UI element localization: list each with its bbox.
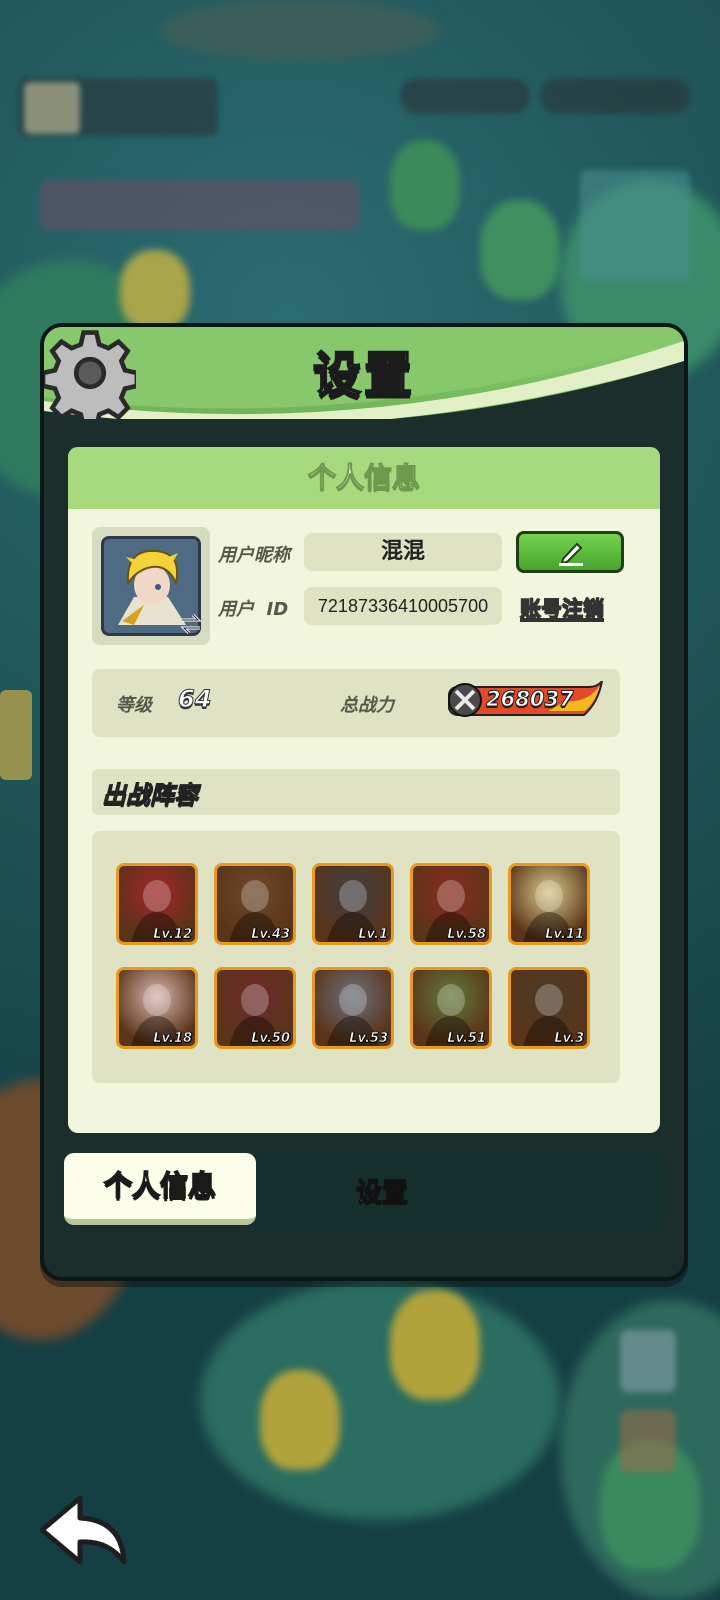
profile-card: 个人信息 用户昵称 混混 用户 ID 72187336410005700 账号注… <box>68 447 660 1133</box>
cancel-account-link[interactable]: 账号注销 <box>520 593 605 623</box>
hero-level: Lv.51 <box>447 1031 486 1046</box>
power-value: 268037 <box>486 687 575 712</box>
team-section-header: 出战阵容 <box>92 769 620 815</box>
settings-panel: 设置 个人信息 用户昵称 混混 用户 ID 72187336410005700 … <box>40 323 688 1281</box>
hero-slot[interactable]: Lv.18 <box>116 967 198 1049</box>
hero-level: Lv.3 <box>554 1031 584 1046</box>
tab-bar: 个人信息 设置 <box>62 1153 666 1229</box>
hero-slot[interactable]: Lv.50 <box>214 967 296 1049</box>
hero-slot[interactable]: Lv.3 <box>508 967 590 1049</box>
nickname-value: 混混 <box>304 533 502 571</box>
team-section-title: 出战阵容 <box>102 781 199 810</box>
switch-icon[interactable] <box>178 611 204 637</box>
back-arrow-icon[interactable] <box>36 1490 132 1570</box>
user-id-value[interactable]: 72187336410005700 <box>304 587 502 625</box>
hero-slot[interactable]: Lv.51 <box>410 967 492 1049</box>
level-label: 等级 <box>116 695 152 716</box>
panel-header: 设置 <box>44 327 684 419</box>
user-id-label: 用户 ID <box>218 599 289 620</box>
nickname-label: 用户昵称 <box>218 545 290 566</box>
crossed-swords-icon <box>448 683 482 717</box>
hero-level: Lv.11 <box>545 927 584 942</box>
hero-slot[interactable]: Lv.53 <box>312 967 394 1049</box>
hero-slot[interactable]: Lv.11 <box>508 863 590 945</box>
hero-slot[interactable]: Lv.1 <box>312 863 394 945</box>
hero-slot[interactable]: Lv.58 <box>410 863 492 945</box>
stats-bar: 等级 64 总战力 268037 <box>92 669 620 737</box>
hero-level: Lv.58 <box>447 927 486 942</box>
hero-slot[interactable]: Lv.12 <box>116 863 198 945</box>
hero-level: Lv.18 <box>153 1031 192 1046</box>
card-title: 个人信息 <box>68 447 660 509</box>
hero-slot[interactable]: Lv.43 <box>214 863 296 945</box>
edit-nickname-button[interactable] <box>516 531 624 573</box>
panel-title: 设置 <box>312 346 415 404</box>
hero-level: Lv.1 <box>358 927 388 942</box>
pencil-icon <box>559 542 583 566</box>
hero-level: Lv.53 <box>349 1031 388 1046</box>
team-lineup: Lv.12 Lv.43 Lv.1 Lv.58 Lv.11 Lv.18 Lv.50 Lv.53 L… <box>92 831 620 1083</box>
tab-settings[interactable]: 设置 <box>302 1165 462 1221</box>
avatar-frame[interactable] <box>92 527 210 645</box>
level-value: 64 <box>177 685 212 714</box>
hero-level: Lv.43 <box>251 927 290 942</box>
hero-level: Lv.50 <box>251 1031 290 1046</box>
power-label: 总战力 <box>340 695 394 716</box>
tab-personal-info[interactable]: 个人信息 <box>64 1153 256 1225</box>
hero-level: Lv.12 <box>153 927 192 942</box>
power-badge: 268037 <box>448 681 604 721</box>
